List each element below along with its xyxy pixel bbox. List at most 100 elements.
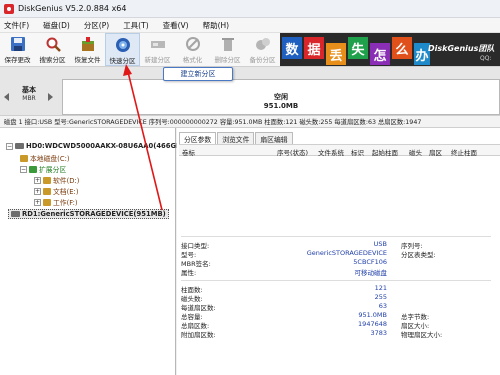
prop-value: 1947648 xyxy=(358,320,387,328)
prop-value: 5CBCF106 xyxy=(353,258,387,266)
quick-partition-label: 快速分区 xyxy=(109,57,136,65)
section-divider xyxy=(181,236,491,237)
column-header[interactable]: 文件系统 xyxy=(318,147,344,157)
ad-banner[interactable]: 数 据 丢 失 怎 么 办 DiskGenius团队 QQ: xyxy=(280,33,500,66)
tree-node-label: 工作(F:) xyxy=(53,199,78,207)
banner-tile: 数 xyxy=(282,37,302,59)
hard-disk-icon xyxy=(15,143,24,149)
search-partition-label: 搜索分区 xyxy=(39,56,66,64)
recover-files-button[interactable]: 恢复文件 xyxy=(70,33,105,66)
recover-icon xyxy=(79,35,97,53)
tree-node-hd0[interactable]: − HD0:WDCWD5000AAKX-08U6AA0(466GB) xyxy=(6,142,184,150)
app-logo-icon xyxy=(4,3,14,14)
save-changes-button[interactable]: 保存更改 xyxy=(0,33,35,66)
banner-tile: 失 xyxy=(348,37,368,59)
partition-table-header: 卷标 序号(状态) 文件系统 标识 起始柱面 磁头 扇区 终止柱面 xyxy=(179,144,500,157)
backup-partition-label: 备份分区 xyxy=(249,56,276,64)
column-header[interactable]: 磁头 xyxy=(409,147,422,157)
expand-icon[interactable]: + xyxy=(34,187,41,195)
banner-tile: 据 xyxy=(304,37,324,59)
menu-partition[interactable]: 分区(P) xyxy=(84,20,109,31)
menu-help[interactable]: 帮助(H) xyxy=(203,20,230,31)
tree-node-rd1[interactable]: RD1:GenericSTORAGEDEVICE(951MB) xyxy=(8,209,169,219)
menu-disk[interactable]: 磁盘(D) xyxy=(43,20,70,31)
column-header[interactable]: 卷标 xyxy=(182,147,195,157)
partition-icon xyxy=(20,154,28,162)
magnifier-icon xyxy=(44,35,62,53)
expand-icon[interactable]: + xyxy=(34,198,41,206)
free-space-block[interactable]: 空闲 951.0MB xyxy=(62,79,500,115)
disk-type-label: 基本 MBR xyxy=(4,85,54,102)
backup-partition-button[interactable]: 备份分区 xyxy=(245,33,280,66)
prop-key: 分区表类型: xyxy=(401,251,436,259)
format-label: 格式化 xyxy=(182,56,203,64)
partition-icon xyxy=(43,176,51,184)
banner-tile: 么 xyxy=(392,37,412,59)
title-bar: DiskGenius V5.2.0.884 x64 xyxy=(0,0,500,18)
tree-node-extended[interactable]: − 扩展分区 xyxy=(20,164,66,174)
format-icon xyxy=(184,35,202,53)
expand-icon[interactable]: + xyxy=(34,176,41,184)
column-header[interactable]: 终止柱面 xyxy=(451,147,477,157)
column-header[interactable]: 序号(状态) xyxy=(277,147,308,157)
banner-tile: 怎 xyxy=(370,43,390,65)
collapse-icon[interactable]: − xyxy=(6,142,13,150)
recover-files-label: 恢复文件 xyxy=(74,56,101,64)
prop-value: 63 xyxy=(378,302,387,310)
tree-node-label: 文档(E:) xyxy=(53,188,79,196)
tab-partition-params[interactable]: 分区参数 xyxy=(179,132,217,144)
backup-icon xyxy=(254,35,272,53)
banner-contact: QQ: xyxy=(480,55,492,62)
delete-icon xyxy=(219,35,237,53)
save-changes-label: 保存更改 xyxy=(4,56,31,64)
banner-tile: 丢 xyxy=(326,43,346,65)
prop-value: 可移动磁盘 xyxy=(354,269,388,277)
tree-node-label: 扩展分区 xyxy=(39,166,67,174)
delete-partition-label: 删除分区 xyxy=(214,56,241,64)
new-partition-label: 新建分区 xyxy=(144,56,171,64)
tree-node-label: RD1:GenericSTORAGEDEVICE(951MB) xyxy=(22,210,166,218)
disk-map: 基本 MBR 空闲 951.0MB xyxy=(0,66,500,116)
tree-node-software[interactable]: + 软件(D:) xyxy=(34,175,79,185)
collapse-icon[interactable]: − xyxy=(20,165,27,173)
prop-value: 3783 xyxy=(370,329,387,337)
new-partition-button[interactable]: 新建分区 xyxy=(140,33,175,66)
menu-view[interactable]: 查看(V) xyxy=(163,20,189,31)
tree-node-label: HD0:WDCWD5000AAKX-08U6AA0(466GB) xyxy=(26,142,185,150)
tab-sector-editor[interactable]: 扇区编辑 xyxy=(255,132,293,144)
save-icon xyxy=(9,35,27,53)
partition-icon xyxy=(43,187,51,195)
tree-node-work[interactable]: + 工作(F:) xyxy=(34,197,78,207)
quick-partition-tooltip: 建立新分区 xyxy=(163,67,233,81)
menu-tools[interactable]: 工具(T) xyxy=(123,20,148,31)
prop-value: USB xyxy=(373,240,387,248)
prop-value: 255 xyxy=(374,293,387,301)
search-partition-button[interactable]: 搜索分区 xyxy=(35,33,70,66)
prop-key: 属性: xyxy=(181,269,197,277)
tree-node-local-disk[interactable]: 本地磁盘(C:) xyxy=(20,153,70,163)
disk-info-bar: 磁盘 1 接口:USB 型号:GenericSTORAGEDEVICE 序列号:… xyxy=(0,116,500,128)
prop-value: 121 xyxy=(374,284,387,292)
column-header[interactable]: 扇区 xyxy=(429,147,442,157)
prop-value: 951.0MB xyxy=(358,311,387,319)
column-header[interactable]: 起始柱面 xyxy=(372,147,398,157)
format-button[interactable]: 格式化 xyxy=(175,33,210,66)
disk-tree-panel: − HD0:WDCWD5000AAKX-08U6AA0(466GB) 本地磁盘(… xyxy=(0,128,184,375)
tree-node-documents[interactable]: + 文档(E:) xyxy=(34,186,78,196)
toolbar: 保存更改 搜索分区 恢复文件 快速分区 新建分区 格式化 删除分区 备份分区 xyxy=(0,33,280,66)
prop-key: 附加扇区数: xyxy=(181,331,216,339)
disc-icon xyxy=(114,36,132,54)
new-partition-icon xyxy=(149,35,167,53)
partition-icon xyxy=(43,198,51,206)
column-header[interactable]: 标识 xyxy=(351,147,364,157)
menu-file[interactable]: 文件(F) xyxy=(4,20,29,31)
quick-partition-button[interactable]: 快速分区 xyxy=(105,33,140,66)
tab-browse-files[interactable]: 浏览文件 xyxy=(217,132,255,144)
prop-value: GenericSTORAGEDEVICE xyxy=(306,249,387,257)
disk-type: 基本 xyxy=(22,86,36,94)
tree-node-label: 本地磁盘(C:) xyxy=(30,155,70,163)
usb-disk-icon xyxy=(11,211,20,217)
prop-key: 物理扇区大小: xyxy=(401,331,443,339)
delete-partition-button[interactable]: 删除分区 xyxy=(210,33,245,66)
details-tabs: 分区参数 浏览文件 扇区编辑 xyxy=(179,132,294,144)
